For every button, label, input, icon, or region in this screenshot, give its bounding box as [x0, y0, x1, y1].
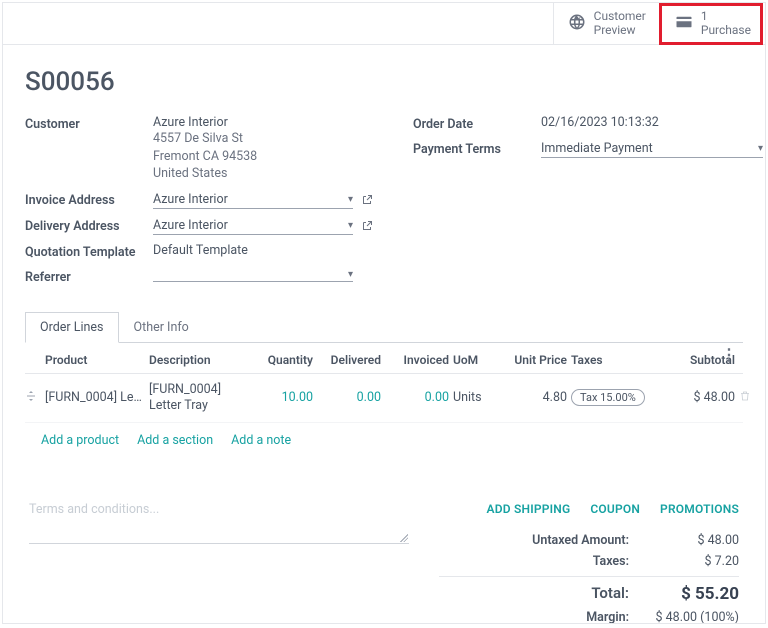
- th-description: Description: [149, 353, 249, 367]
- th-invoiced: Invoiced: [385, 353, 449, 367]
- quotation-template-label: Quotation Template: [25, 243, 153, 260]
- referrer-select[interactable]: ▾: [153, 268, 353, 282]
- customer-link[interactable]: Azure Interior: [153, 115, 373, 130]
- promotions-link[interactable]: PROMOTIONS: [660, 502, 739, 516]
- add-product-link[interactable]: Add a product: [41, 433, 119, 448]
- payment-terms-label: Payment Terms: [413, 140, 541, 157]
- purchase-label: Purchase: [701, 24, 751, 38]
- invoice-address-label: Invoice Address: [25, 191, 153, 208]
- drag-handle-icon[interactable]: [25, 390, 41, 406]
- cell-delivered[interactable]: 0.00: [317, 390, 381, 405]
- margin-label: Margin:: [439, 610, 649, 624]
- cell-subtotal: $ 48.00: [665, 390, 735, 405]
- customer-preview-l2: Preview: [594, 24, 646, 38]
- th-uom: UoM: [453, 353, 495, 367]
- trash-icon[interactable]: [739, 390, 755, 406]
- globe-icon: [568, 13, 586, 34]
- chevron-down-icon: ▾: [348, 194, 353, 205]
- purchase-button[interactable]: 1 Purchase: [660, 3, 765, 44]
- addr-line2: Fremont CA 94538: [153, 148, 373, 166]
- resize-handle-icon[interactable]: [399, 533, 409, 543]
- add-note-link[interactable]: Add a note: [231, 433, 291, 448]
- quotation-template-value: Default Template: [153, 243, 373, 258]
- credit-card-icon: [675, 13, 693, 34]
- purchase-count: 1: [701, 10, 751, 24]
- untaxed-value: $ 48.00: [649, 533, 739, 548]
- terms-placeholder: Terms and conditions...: [29, 502, 159, 517]
- margin-value: $ 48.00 (100%): [649, 610, 739, 624]
- external-link-icon[interactable]: [361, 194, 373, 206]
- kebab-icon[interactable]: ⋮: [721, 345, 737, 364]
- invoice-address-select[interactable]: Azure Interior ▾: [153, 191, 353, 209]
- customer-label: Customer: [25, 115, 153, 132]
- payment-terms-select[interactable]: Immediate Payment ▾: [541, 140, 763, 158]
- customer-preview-button[interactable]: Customer Preview: [553, 3, 660, 44]
- taxes-value: $ 7.20: [649, 554, 739, 569]
- tax-chip[interactable]: Tax 15.00%: [571, 389, 645, 406]
- order-date-value: 02/16/2023 10:13:32: [541, 115, 763, 130]
- total-value: $ 55.20: [649, 584, 739, 604]
- th-quantity: Quantity: [253, 353, 313, 367]
- delivery-address-label: Delivery Address: [25, 217, 153, 234]
- referrer-label: Referrer: [25, 268, 153, 285]
- tab-other-info[interactable]: Other Info: [119, 312, 204, 343]
- th-unit-price: Unit Price: [499, 353, 567, 367]
- cell-quantity[interactable]: 10.00: [253, 390, 313, 405]
- th-delivered: Delivered: [317, 353, 381, 367]
- taxes-label: Taxes:: [439, 554, 649, 569]
- add-shipping-link[interactable]: ADD SHIPPING: [487, 502, 571, 516]
- delivery-address-select[interactable]: Azure Interior ▾: [153, 217, 353, 235]
- cell-uom: Units: [453, 390, 495, 405]
- order-title: S00056: [25, 67, 743, 97]
- add-section-link[interactable]: Add a section: [137, 433, 213, 448]
- th-taxes: Taxes: [571, 353, 661, 367]
- order-date-label: Order Date: [413, 115, 541, 132]
- tab-order-lines[interactable]: Order Lines: [25, 312, 119, 343]
- cell-unit-price: 4.80: [499, 390, 567, 405]
- total-label: Total:: [439, 584, 649, 604]
- cell-description: [FURN_0004] Letter Tray: [149, 382, 249, 415]
- table-row[interactable]: [FURN_0004] Lette… [FURN_0004] Letter Tr…: [25, 374, 743, 424]
- addr-line1: 4557 De Silva St: [153, 130, 373, 148]
- chevron-down-icon: ▾: [348, 269, 353, 280]
- external-link-icon[interactable]: [361, 220, 373, 232]
- chevron-down-icon: ▾: [348, 220, 353, 231]
- cell-product: [FURN_0004] Lette…: [45, 390, 145, 405]
- terms-textarea[interactable]: Terms and conditions...: [29, 502, 409, 544]
- th-product: Product: [45, 353, 145, 367]
- coupon-link[interactable]: COUPON: [590, 502, 640, 516]
- customer-preview-l1: Customer: [594, 10, 646, 24]
- chevron-down-icon: ▾: [758, 143, 763, 154]
- untaxed-label: Untaxed Amount:: [439, 533, 649, 548]
- cell-invoiced[interactable]: 0.00: [385, 390, 449, 405]
- addr-line3: United States: [153, 165, 373, 183]
